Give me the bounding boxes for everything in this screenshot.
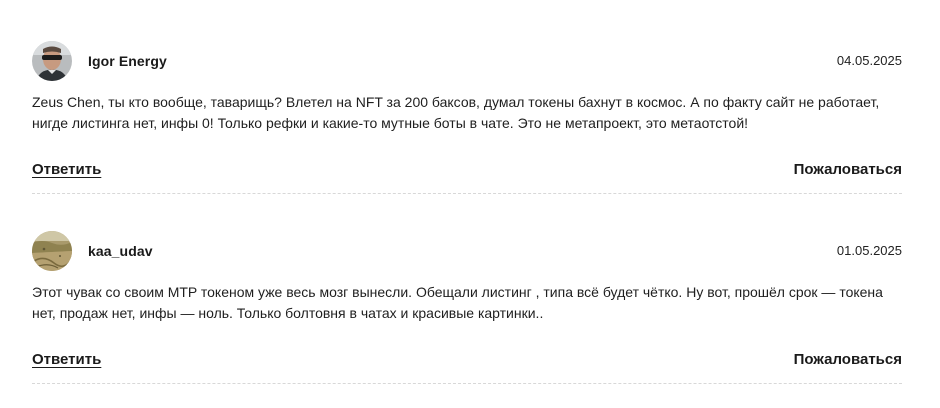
report-link[interactable]: Пожаловаться bbox=[794, 351, 902, 368]
comment-text: Этот чувак со своим MTP токеном уже весь… bbox=[32, 284, 883, 321]
avatar[interactable] bbox=[32, 231, 72, 271]
comment-date: 01.05.2025 bbox=[836, 243, 902, 258]
comment-text: Zeus Chen, ты кто вообще, таварищь? Влет… bbox=[32, 94, 880, 131]
comment-author: kaa_udav bbox=[88, 243, 153, 259]
comment-header: kaa_udav 01.05.2025 bbox=[32, 231, 902, 271]
report-link[interactable]: Пожаловаться bbox=[794, 161, 902, 178]
comment-actions: Ответить Пожаловаться bbox=[32, 161, 902, 181]
comment-author: Igor Energy bbox=[88, 53, 167, 69]
comment-header: Igor Energy 04.05.2025 bbox=[32, 41, 902, 81]
comment-item: kaa_udav 01.05.2025 Этот чувак со своим … bbox=[32, 231, 902, 384]
user-photo-icon bbox=[32, 41, 72, 81]
comments-list: Igor Energy 04.05.2025 Zeus Chen, ты кто… bbox=[0, 0, 940, 408]
avatar[interactable] bbox=[32, 41, 72, 81]
reply-link[interactable]: Ответить bbox=[32, 351, 101, 368]
reply-link[interactable]: Ответить bbox=[32, 161, 101, 178]
comment-actions: Ответить Пожаловаться bbox=[32, 351, 902, 371]
landscape-photo-icon bbox=[32, 231, 72, 271]
comment-item: Igor Energy 04.05.2025 Zeus Chen, ты кто… bbox=[32, 41, 902, 194]
comment-date: 04.05.2025 bbox=[836, 53, 902, 68]
comment-divider bbox=[32, 193, 902, 194]
comment-divider bbox=[32, 383, 902, 384]
